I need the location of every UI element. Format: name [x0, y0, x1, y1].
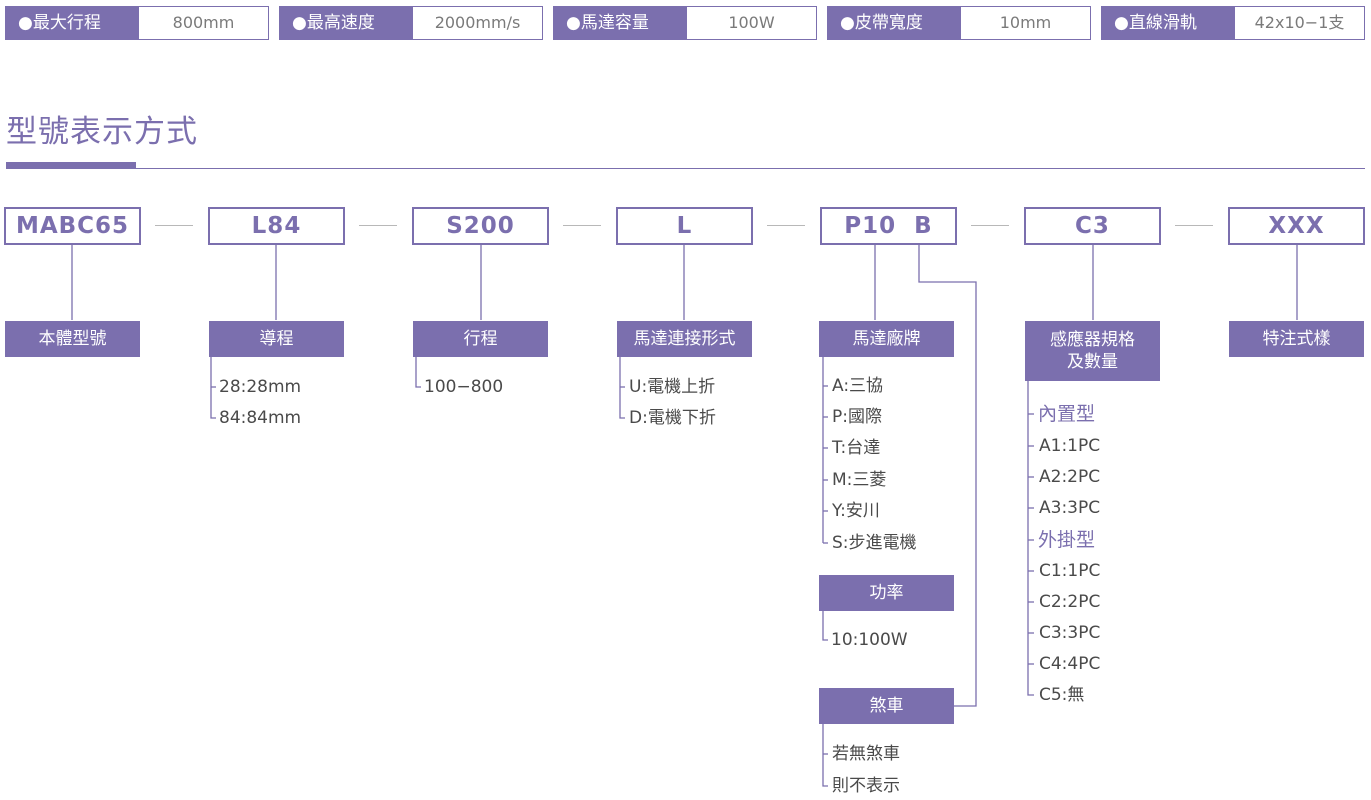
option-power: 10:100W: [831, 630, 908, 650]
option-lead: 84:84mm: [219, 408, 302, 428]
label-sensor-line1: 感應器規格: [1050, 330, 1135, 350]
option-sensor: A2:2PC: [1039, 467, 1101, 487]
option-sensor: A1:1PC: [1039, 436, 1101, 456]
option-sensor: A3:3PC: [1039, 498, 1101, 518]
label-motor-mount: 馬達連接形式: [617, 321, 752, 357]
code-motor-mount: L: [616, 207, 753, 245]
option-sensor: C2:2PC: [1039, 592, 1101, 612]
code-separator: [767, 225, 805, 226]
option-sensor: C3:3PC: [1039, 623, 1101, 643]
option-sensor: C4:4PC: [1039, 654, 1101, 674]
label-lead: 導程: [209, 321, 344, 357]
option-stroke: 100−800: [424, 377, 504, 397]
option-mount: U:電機上折: [629, 377, 716, 397]
code-stroke: S200: [412, 207, 549, 245]
option-brand: M:三菱: [832, 470, 887, 490]
connector-lines: [71, 245, 1298, 787]
option-sensor: C5:無: [1039, 685, 1085, 705]
code-separator: [1175, 225, 1213, 226]
option-brand: P:國際: [832, 407, 882, 427]
option-mount: D:電機下折: [629, 408, 716, 428]
label-sensor: 感應器規格 及數量: [1025, 321, 1160, 381]
option-brand: T:台達: [832, 438, 881, 458]
label-brake: 煞車: [819, 688, 954, 724]
code-lead: L84: [208, 207, 345, 245]
code-separator: [971, 225, 1009, 226]
label-motor-brand: 馬達廠牌: [819, 321, 954, 357]
code-separator: [359, 225, 397, 226]
option-sensor: C1:1PC: [1039, 561, 1101, 581]
label-stroke: 行程: [413, 321, 548, 357]
code-body-model: MABC65: [4, 207, 141, 245]
label-sensor-line2: 及數量: [1067, 352, 1118, 372]
label-body-model: 本體型號: [5, 321, 140, 357]
code-separator: [563, 225, 601, 226]
sensor-external-heading: 外掛型: [1038, 529, 1096, 551]
label-special: 特注式樣: [1229, 321, 1364, 357]
code-separator: [155, 225, 193, 226]
code-motor-brand-brake: P10 B: [820, 207, 957, 245]
code-sensor: C3: [1024, 207, 1161, 245]
option-brand: A:三協: [832, 376, 884, 396]
label-power: 功率: [819, 575, 954, 611]
option-brand: Y:安川: [832, 501, 880, 521]
option-brake: 則不表示: [832, 776, 900, 796]
code-special: XXX: [1228, 207, 1365, 245]
option-brand: S:步進電機: [832, 533, 917, 553]
sensor-builtin-heading: 內置型: [1038, 403, 1096, 425]
option-lead: 28:28mm: [219, 377, 302, 397]
option-brake: 若無煞車: [832, 744, 900, 764]
